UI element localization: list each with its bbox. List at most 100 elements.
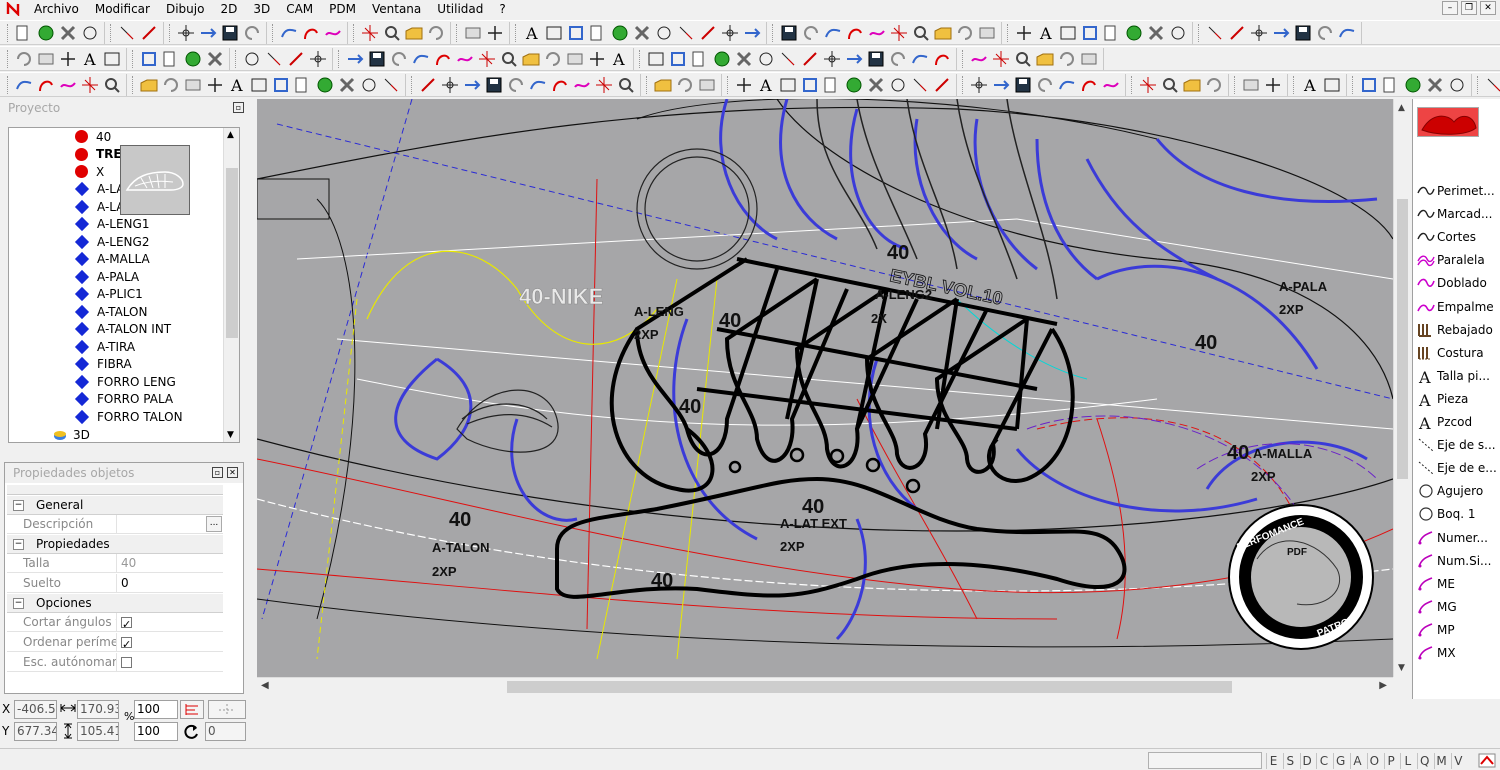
canvas-vscrollbar[interactable]: ▲ ▼	[1393, 99, 1410, 677]
tree-item[interactable]: TRE	[9, 146, 122, 163]
section-propiedades[interactable]: − Propiedades	[7, 535, 223, 554]
close-icon[interactable]: ✕	[1480, 1, 1496, 15]
toolbar-tool-icon[interactable]	[1380, 74, 1402, 96]
toolbar-tool-icon[interactable]	[609, 22, 631, 44]
toolbar-tool-icon[interactable]	[13, 74, 35, 96]
palette-item[interactable]: Eje de e...	[1417, 457, 1500, 479]
toolbar-tool-icon[interactable]	[388, 48, 410, 70]
toolbar-tool-icon[interactable]	[476, 48, 498, 70]
toolbar-tool-icon[interactable]	[285, 48, 307, 70]
toolbar-tool-icon[interactable]	[843, 74, 865, 96]
toolbar-tool-icon[interactable]	[1204, 22, 1226, 44]
toolbar-tool-icon[interactable]	[322, 22, 344, 44]
toolbar-tool-icon[interactable]	[909, 74, 931, 96]
toolbar-tool-icon[interactable]	[645, 48, 667, 70]
menu-pdm[interactable]: PDM	[321, 0, 364, 18]
toolbar-grip[interactable]	[1198, 23, 1201, 42]
toolbar-tool-icon[interactable]	[1056, 48, 1078, 70]
menu-ventana[interactable]: Ventana	[364, 0, 429, 18]
toolbar-tool-icon[interactable]	[843, 48, 865, 70]
toolbar-tool-icon[interactable]	[733, 48, 755, 70]
toolbar-tool-icon[interactable]	[1358, 74, 1380, 96]
status-mode-icon[interactable]	[1478, 752, 1496, 769]
status-toggle[interactable]: A	[1350, 753, 1364, 769]
toolbar-tool-icon[interactable]	[549, 74, 571, 96]
status-toggle[interactable]: L	[1400, 753, 1414, 769]
toolbar-tool-icon[interactable]	[1402, 74, 1424, 96]
toolbar-tool-icon[interactable]	[248, 74, 270, 96]
coord-dy-field[interactable]: 105.41	[77, 722, 119, 741]
toolbar-tool-icon[interactable]	[799, 48, 821, 70]
cortar-checkbox[interactable]	[121, 615, 132, 634]
toolbar-tool-icon[interactable]	[520, 48, 542, 70]
toolbar-tool-icon[interactable]	[204, 48, 226, 70]
palette-item[interactable]: Agujero	[1417, 480, 1500, 502]
toolbar-tool-icon[interactable]	[219, 22, 241, 44]
toolbar-tool-icon[interactable]	[138, 48, 160, 70]
toolbar-tool-icon[interactable]	[454, 48, 476, 70]
toolbar-tool-icon[interactable]	[1034, 74, 1056, 96]
tree-item[interactable]: A-TALON	[9, 303, 147, 320]
palette-item[interactable]: Empalme	[1417, 296, 1500, 318]
restore-icon[interactable]: ❐	[1461, 1, 1477, 15]
section-general[interactable]: − General	[7, 496, 223, 515]
tree-item-3d[interactable]: 3D	[9, 426, 90, 442]
toolbar-tool-icon[interactable]	[307, 48, 329, 70]
toolbar-tool-icon[interactable]	[101, 48, 123, 70]
toolbar-tool-icon[interactable]	[931, 48, 953, 70]
toolbar-tool-icon[interactable]	[866, 22, 888, 44]
toolbar-tool-icon[interactable]	[888, 22, 910, 44]
toolbar-tool-icon[interactable]	[719, 22, 741, 44]
toolbar-tool-icon[interactable]	[887, 48, 909, 70]
ellipsis-button[interactable]: ...	[206, 516, 222, 532]
toolbar-tool-icon[interactable]	[13, 22, 35, 44]
menu-modificar[interactable]: Modificar	[87, 0, 158, 18]
toolbar-tool-icon[interactable]	[931, 74, 953, 96]
toolbar-tool-icon[interactable]	[359, 22, 381, 44]
toolbar-grip[interactable]	[1007, 23, 1010, 42]
toolbar-tool-icon[interactable]	[35, 74, 57, 96]
toolbar-tool-icon[interactable]	[1167, 22, 1189, 44]
toolbar-tool-icon[interactable]	[1145, 22, 1167, 44]
toolbar-tool-icon[interactable]	[821, 48, 843, 70]
toolbar-tool-icon[interactable]	[543, 22, 565, 44]
toolbar-tool-icon[interactable]	[778, 22, 800, 44]
toolbar-tool-icon[interactable]	[1203, 74, 1225, 96]
toolbar-tool-icon[interactable]	[197, 22, 219, 44]
palette-item[interactable]: Doblado	[1417, 272, 1500, 294]
toolbar-tool-icon[interactable]	[204, 74, 226, 96]
toolbar-tool-icon[interactable]	[564, 48, 586, 70]
tree-item[interactable]: A-LA	[9, 181, 124, 198]
scroll-down-icon[interactable]: ▼	[1398, 663, 1405, 673]
menu-3d[interactable]: 3D	[245, 0, 278, 18]
toolbar-tool-icon[interactable]	[138, 74, 160, 96]
toolbar-grip[interactable]	[515, 23, 518, 42]
menu-help[interactable]: ?	[491, 0, 513, 18]
toolbar-tool-icon[interactable]	[1292, 22, 1314, 44]
rotation-field[interactable]: 0	[205, 722, 246, 741]
toolbar-tool-icon[interactable]	[1248, 22, 1270, 44]
toolbar-tool-icon[interactable]: A	[755, 74, 777, 96]
toolbar-tool-icon[interactable]	[160, 48, 182, 70]
tree-item[interactable]: X	[9, 163, 104, 180]
toolbar-tool-icon[interactable]	[425, 22, 447, 44]
toolbar-tool-icon[interactable]	[1079, 22, 1101, 44]
collapse-icon[interactable]: −	[13, 499, 24, 511]
toolbar-tool-icon[interactable]	[1262, 74, 1284, 96]
toolbar-tool-icon[interactable]: A	[226, 74, 248, 96]
toolbar-tool-icon[interactable]	[1101, 22, 1123, 44]
palette-item[interactable]: Boq. 1	[1417, 503, 1500, 525]
tree-item[interactable]: A-PALA	[9, 268, 139, 285]
toolbar-tool-icon[interactable]	[990, 74, 1012, 96]
section-opciones[interactable]: − Opciones	[7, 594, 223, 613]
toolbar-tool-icon[interactable]	[57, 22, 79, 44]
coord-x-field[interactable]: -406.54	[14, 700, 57, 719]
toolbar-tool-icon[interactable]	[483, 74, 505, 96]
toolbar-tool-icon[interactable]	[1013, 22, 1035, 44]
coord-y-field[interactable]: 677.34	[14, 722, 57, 741]
palette-item[interactable]: MG	[1417, 596, 1500, 618]
toolbar-tool-icon[interactable]	[1056, 74, 1078, 96]
toolbar-grip[interactable]	[411, 75, 414, 94]
toolbar-tool-icon[interactable]	[968, 74, 990, 96]
toolbar-tool-icon[interactable]	[366, 48, 388, 70]
